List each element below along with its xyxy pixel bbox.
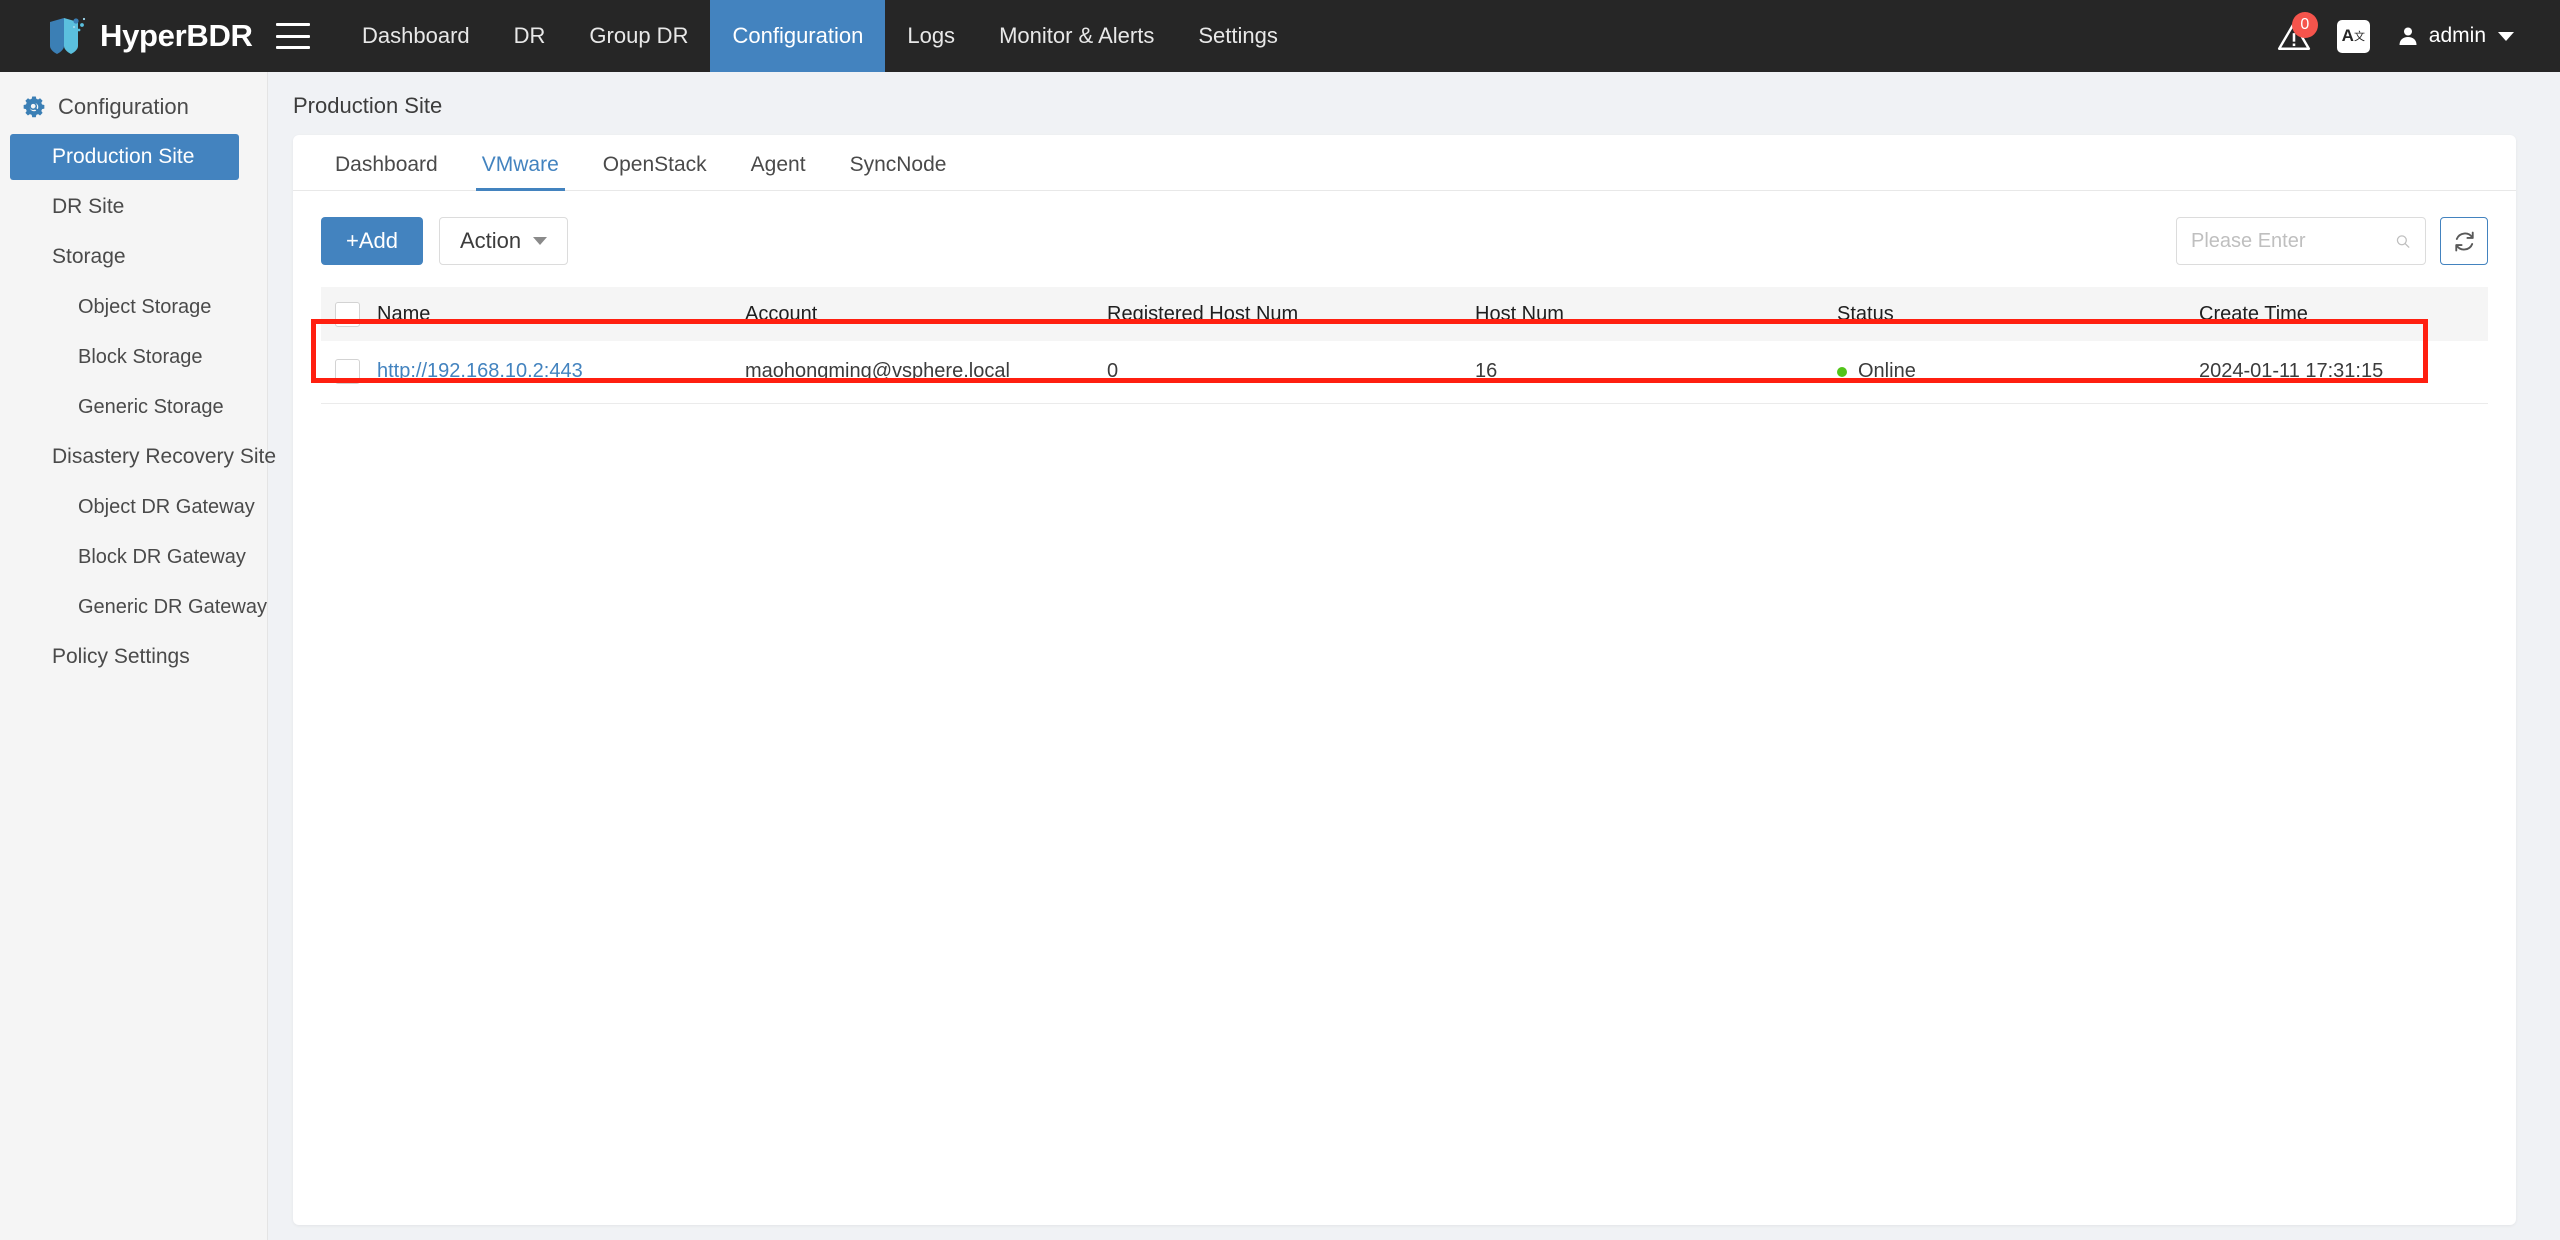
sidebar-item-dr-site[interactable]: DR Site	[10, 184, 239, 230]
sidebar-header: Configuration	[0, 84, 267, 130]
action-dropdown-button[interactable]: Action	[439, 217, 569, 265]
action-label: Action	[460, 228, 522, 253]
nav-item-configuration[interactable]: Configuration	[710, 0, 886, 72]
select-all-checkbox[interactable]	[335, 301, 360, 327]
alerts-button[interactable]: 0	[2277, 12, 2318, 53]
configuration-gear-icon	[23, 96, 45, 118]
sidebar-item-object-storage[interactable]: Object Storage	[10, 284, 239, 330]
tab-dashboard[interactable]: Dashboard	[313, 153, 460, 190]
cell-account: maohongming@vsphere.local	[745, 341, 1107, 404]
brand-name: HyperBDR	[100, 18, 253, 53]
user-name: admin	[2428, 24, 2486, 47]
nav-item-monitor-alerts[interactable]: Monitor & Alerts	[977, 0, 1176, 72]
column-header-registered-host-num: Registered Host Num	[1107, 287, 1475, 341]
app-body: Configuration Production Site DR Site St…	[0, 72, 2560, 1240]
table-body: http://192.168.10.2:443 maohongming@vsph…	[321, 341, 2488, 404]
sidebar-item-object-dr-gateway[interactable]: Object DR Gateway	[10, 484, 255, 530]
column-header-create-time: Create Time	[2199, 287, 2488, 341]
nav-item-settings[interactable]: Settings	[1176, 0, 1300, 72]
language-letter: A	[2341, 26, 2354, 45]
sidebar-item-block-storage[interactable]: Block Storage	[10, 334, 239, 380]
nav-item-dr[interactable]: DR	[492, 0, 568, 72]
content-card: Dashboard VMware OpenStack Agent SyncNod…	[293, 135, 2516, 1225]
brand: HyperBDR	[0, 16, 268, 56]
column-header-status: Status	[1837, 287, 2199, 341]
cell-create-time: 2024-01-11 17:31:15	[2199, 341, 2488, 404]
table-toolbar: +Add Action	[293, 191, 2516, 265]
add-button[interactable]: +Add	[321, 217, 423, 265]
refresh-button[interactable]	[2440, 217, 2488, 265]
status-dot-icon	[1837, 366, 1847, 377]
search-input[interactable]	[2191, 229, 2395, 253]
main-nav: Dashboard DR Group DR Configuration Logs…	[340, 0, 1300, 72]
toolbar-right	[2176, 217, 2488, 265]
user-avatar-icon	[2399, 27, 2417, 45]
sidebar-item-generic-storage[interactable]: Generic Storage	[10, 384, 239, 430]
row-select-cell	[321, 341, 377, 404]
search-icon[interactable]	[2395, 231, 2411, 252]
page-title: Production Site	[293, 93, 443, 118]
chevron-down-icon	[533, 237, 548, 245]
sidebar-item-storage[interactable]: Storage	[10, 234, 239, 280]
chevron-down-icon	[2498, 31, 2514, 41]
sidebar-item-block-dr-gateway[interactable]: Block DR Gateway	[10, 534, 246, 580]
refresh-icon	[2454, 231, 2474, 251]
main-content: Production Site Dashboard VMware OpenSta…	[268, 72, 2560, 1240]
production-site-table: Name Account Registered Host Num Host Nu…	[321, 287, 2488, 404]
site-url-link[interactable]: http://192.168.10.2:443	[377, 360, 583, 382]
alert-count-badge: 0	[2291, 12, 2318, 38]
select-all-header	[321, 287, 377, 341]
cell-name: http://192.168.10.2:443	[377, 341, 745, 404]
search-box[interactable]	[2176, 217, 2426, 265]
column-header-host-num: Host Num	[1475, 287, 1837, 341]
top-bar-actions: 0 A文 admin	[2277, 12, 2560, 53]
tab-openstack[interactable]: OpenStack	[581, 153, 729, 190]
hamburger-menu-icon[interactable]	[276, 23, 310, 49]
top-navigation-bar: HyperBDR Dashboard DR Group DR Configura…	[0, 0, 2560, 72]
sidebar-item-disastery-recovery-site[interactable]: Disastery Recovery Site	[10, 434, 276, 480]
column-header-account: Account	[745, 287, 1107, 341]
table-header-row: Name Account Registered Host Num Host Nu…	[321, 287, 2488, 341]
tab-syncnode[interactable]: SyncNode	[828, 153, 969, 190]
table-head: Name Account Registered Host Num Host Nu…	[321, 287, 2488, 341]
nav-item-logs[interactable]: Logs	[885, 0, 977, 72]
sidebar-item-policy-settings[interactable]: Policy Settings	[10, 634, 239, 680]
status-badge: Online	[1858, 360, 1916, 383]
hyperbdr-logo-icon	[50, 17, 86, 54]
cell-status: Online	[1837, 341, 2199, 404]
nav-item-group-dr[interactable]: Group DR	[567, 0, 710, 72]
column-header-name: Name	[377, 287, 745, 341]
sidebar: Configuration Production Site DR Site St…	[0, 72, 276, 1240]
nav-item-dashboard[interactable]: Dashboard	[340, 0, 492, 72]
table-row[interactable]: http://192.168.10.2:443 maohongming@vsph…	[321, 341, 2488, 404]
tab-bar: Dashboard VMware OpenStack Agent SyncNod…	[293, 135, 2516, 191]
row-checkbox[interactable]	[335, 359, 360, 385]
sidebar-item-production-site[interactable]: Production Site	[10, 134, 239, 180]
cell-registered-host-num: 0	[1107, 341, 1475, 404]
tab-vmware[interactable]: VMware	[460, 153, 581, 191]
language-sup: 文	[2353, 31, 2365, 43]
sidebar-title: Configuration	[58, 94, 189, 119]
sidebar-item-generic-dr-gateway[interactable]: Generic DR Gateway	[10, 584, 267, 630]
tab-agent[interactable]: Agent	[729, 153, 828, 190]
language-switch-icon[interactable]: A文	[2336, 19, 2370, 53]
cell-host-num: 16	[1475, 341, 1837, 404]
table-container: Name Account Registered Host Num Host Nu…	[293, 265, 2516, 404]
user-menu[interactable]: admin	[2396, 24, 2514, 48]
